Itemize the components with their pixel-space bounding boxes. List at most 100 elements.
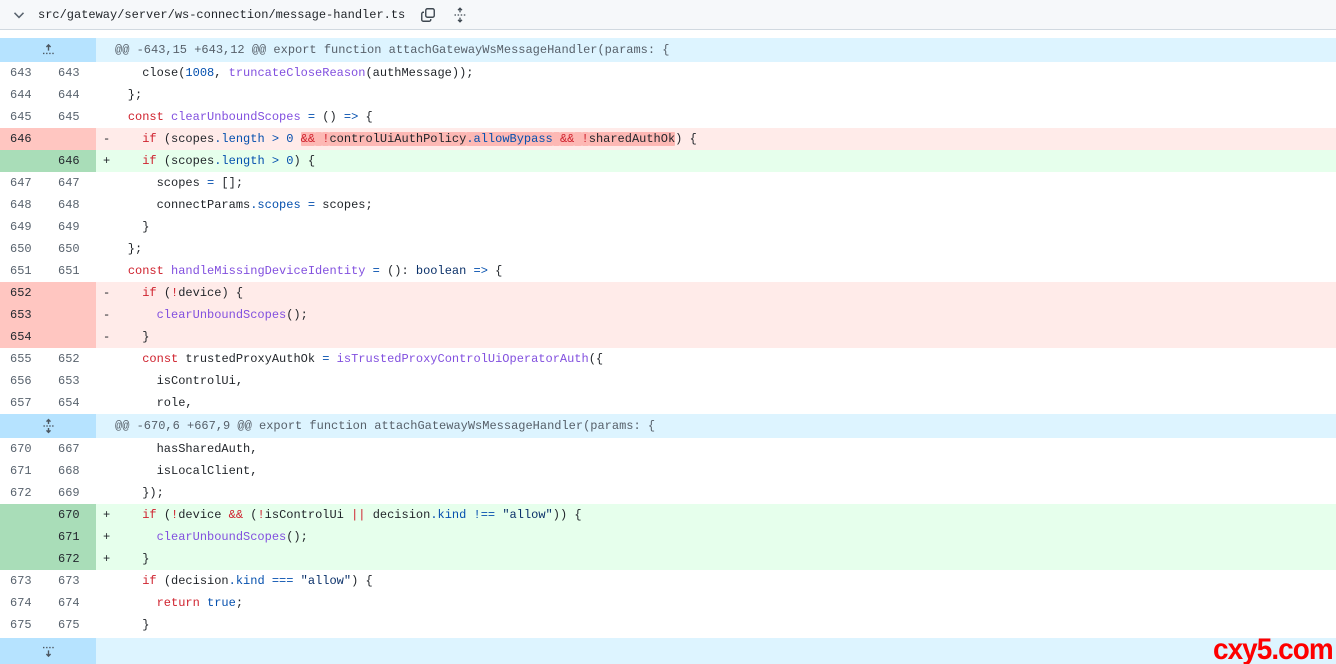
line-number-new[interactable]: 643 <box>48 62 96 84</box>
code-line: } <box>96 326 1336 348</box>
line-number-old[interactable]: 655 <box>0 348 48 370</box>
line-number-old[interactable]: 643 <box>0 62 48 84</box>
line-number-old[interactable]: 675 <box>0 614 48 636</box>
line-number-old[interactable]: 654 <box>0 326 48 348</box>
file-header: src/gateway/server/ws-connection/message… <box>0 0 1336 30</box>
code-token: connectParams <box>99 198 251 212</box>
copy-icon[interactable] <box>419 6 437 24</box>
line-number-gutter: 643 643 <box>0 62 96 84</box>
diff-row: 654 - } <box>0 326 1336 348</box>
code-token: scopes; <box>315 198 373 212</box>
code-cell: role, <box>96 392 1336 414</box>
code-line: }; <box>96 84 1336 106</box>
line-number-gutter: 672 669 <box>0 482 96 504</box>
line-number-new[interactable]: 646 <box>48 150 96 172</box>
code-line: clearUnboundScopes(); <box>96 526 1336 548</box>
code-token: isLocalClient, <box>99 464 258 478</box>
line-number-old[interactable]: 672 <box>0 482 48 504</box>
code-token: (scopes <box>156 154 215 168</box>
code-cell: - if (scopes.length > 0 && !controlUiAut… <box>96 128 1336 150</box>
line-number-new[interactable]: 675 <box>48 614 96 636</box>
line-number-new[interactable] <box>48 304 96 326</box>
line-number-gutter: 651 651 <box>0 260 96 282</box>
line-number-old[interactable]: 674 <box>0 592 48 614</box>
line-number-old[interactable]: 673 <box>0 570 48 592</box>
code-token: truncateCloseReason <box>228 66 366 80</box>
line-number-gutter: 671 <box>0 526 96 548</box>
diff-row: 655 652 const trustedProxyAuthOk = isTrus… <box>0 348 1336 370</box>
expand-hunk-button[interactable] <box>0 638 96 664</box>
code-line: const clearUnboundScopes = () => { <box>96 106 1336 128</box>
line-number-gutter: 646 <box>0 128 96 150</box>
line-number-old[interactable]: 653 <box>0 304 48 326</box>
line-number-new[interactable]: 674 <box>48 592 96 614</box>
expand-hunk-button[interactable] <box>0 414 96 438</box>
line-number-gutter: 655 652 <box>0 348 96 370</box>
code-line: if (scopes.length > 0 && !controlUiAuthP… <box>96 128 1336 150</box>
expand-hunk-button[interactable] <box>0 38 96 62</box>
unfold-icon[interactable] <box>451 6 469 24</box>
line-number-new[interactable]: 668 <box>48 460 96 482</box>
line-number-new[interactable]: 673 <box>48 570 96 592</box>
line-number-old[interactable] <box>0 504 48 526</box>
code-token: if <box>142 574 157 588</box>
code-line: } <box>96 614 1336 636</box>
code-line: return true; <box>96 592 1336 614</box>
line-number-old[interactable]: 650 <box>0 238 48 260</box>
line-number-new[interactable]: 644 <box>48 84 96 106</box>
line-number-old[interactable]: 648 <box>0 194 48 216</box>
line-number-new[interactable]: 647 <box>48 172 96 194</box>
line-number-new[interactable]: 651 <box>48 260 96 282</box>
line-number-old[interactable]: 649 <box>0 216 48 238</box>
code-cell: + clearUnboundScopes(); <box>96 526 1336 548</box>
line-number-old[interactable]: 670 <box>0 438 48 460</box>
line-number-new[interactable]: 670 <box>48 504 96 526</box>
line-number-old[interactable] <box>0 526 48 548</box>
line-number-new[interactable]: 671 <box>48 526 96 548</box>
line-number-new[interactable]: 650 <box>48 238 96 260</box>
line-number-old[interactable]: 645 <box>0 106 48 128</box>
line-number-old[interactable] <box>0 150 48 172</box>
line-number-old[interactable]: 651 <box>0 260 48 282</box>
line-number-old[interactable]: 646 <box>0 128 48 150</box>
diff-marker: + <box>103 530 111 544</box>
code-cell: }; <box>96 238 1336 260</box>
line-number-new[interactable]: 648 <box>48 194 96 216</box>
line-number-old[interactable]: 644 <box>0 84 48 106</box>
code-line: if (!device) { <box>96 282 1336 304</box>
diff-row: 670 + if (!device && (!isControlUi || dec… <box>0 504 1336 526</box>
line-number-new[interactable] <box>48 282 96 304</box>
code-line: } <box>96 548 1336 570</box>
line-number-new[interactable]: 654 <box>48 392 96 414</box>
line-number-gutter: 670 <box>0 504 96 526</box>
chevron-down-icon[interactable] <box>10 6 28 24</box>
line-number-new[interactable]: 667 <box>48 438 96 460</box>
line-number-new[interactable] <box>48 128 96 150</box>
line-number-old[interactable]: 656 <box>0 370 48 392</box>
line-number-old[interactable]: 671 <box>0 460 48 482</box>
code-cell: + if (scopes.length > 0) { <box>96 150 1336 172</box>
line-number-new[interactable]: 652 <box>48 348 96 370</box>
line-number-new[interactable]: 653 <box>48 370 96 392</box>
diff-row: 675 675 } <box>0 614 1336 636</box>
diff-marker: + <box>103 154 111 168</box>
line-number-new[interactable]: 669 <box>48 482 96 504</box>
line-number-old[interactable]: 647 <box>0 172 48 194</box>
diff-row: 651 651 const handleMissingDeviceIdentity… <box>0 260 1336 282</box>
line-number-new[interactable] <box>48 326 96 348</box>
expand-both-icon <box>43 418 53 434</box>
diff-row: 653 - clearUnboundScopes(); <box>0 304 1336 326</box>
line-number-new[interactable]: 645 <box>48 106 96 128</box>
line-number-old[interactable]: 652 <box>0 282 48 304</box>
code-cell: if (decision.kind === "allow") { <box>96 570 1336 592</box>
line-number-old[interactable]: 657 <box>0 392 48 414</box>
line-number-new[interactable]: 649 <box>48 216 96 238</box>
line-number-new[interactable]: 672 <box>48 548 96 570</box>
line-number-old[interactable] <box>0 548 48 570</box>
